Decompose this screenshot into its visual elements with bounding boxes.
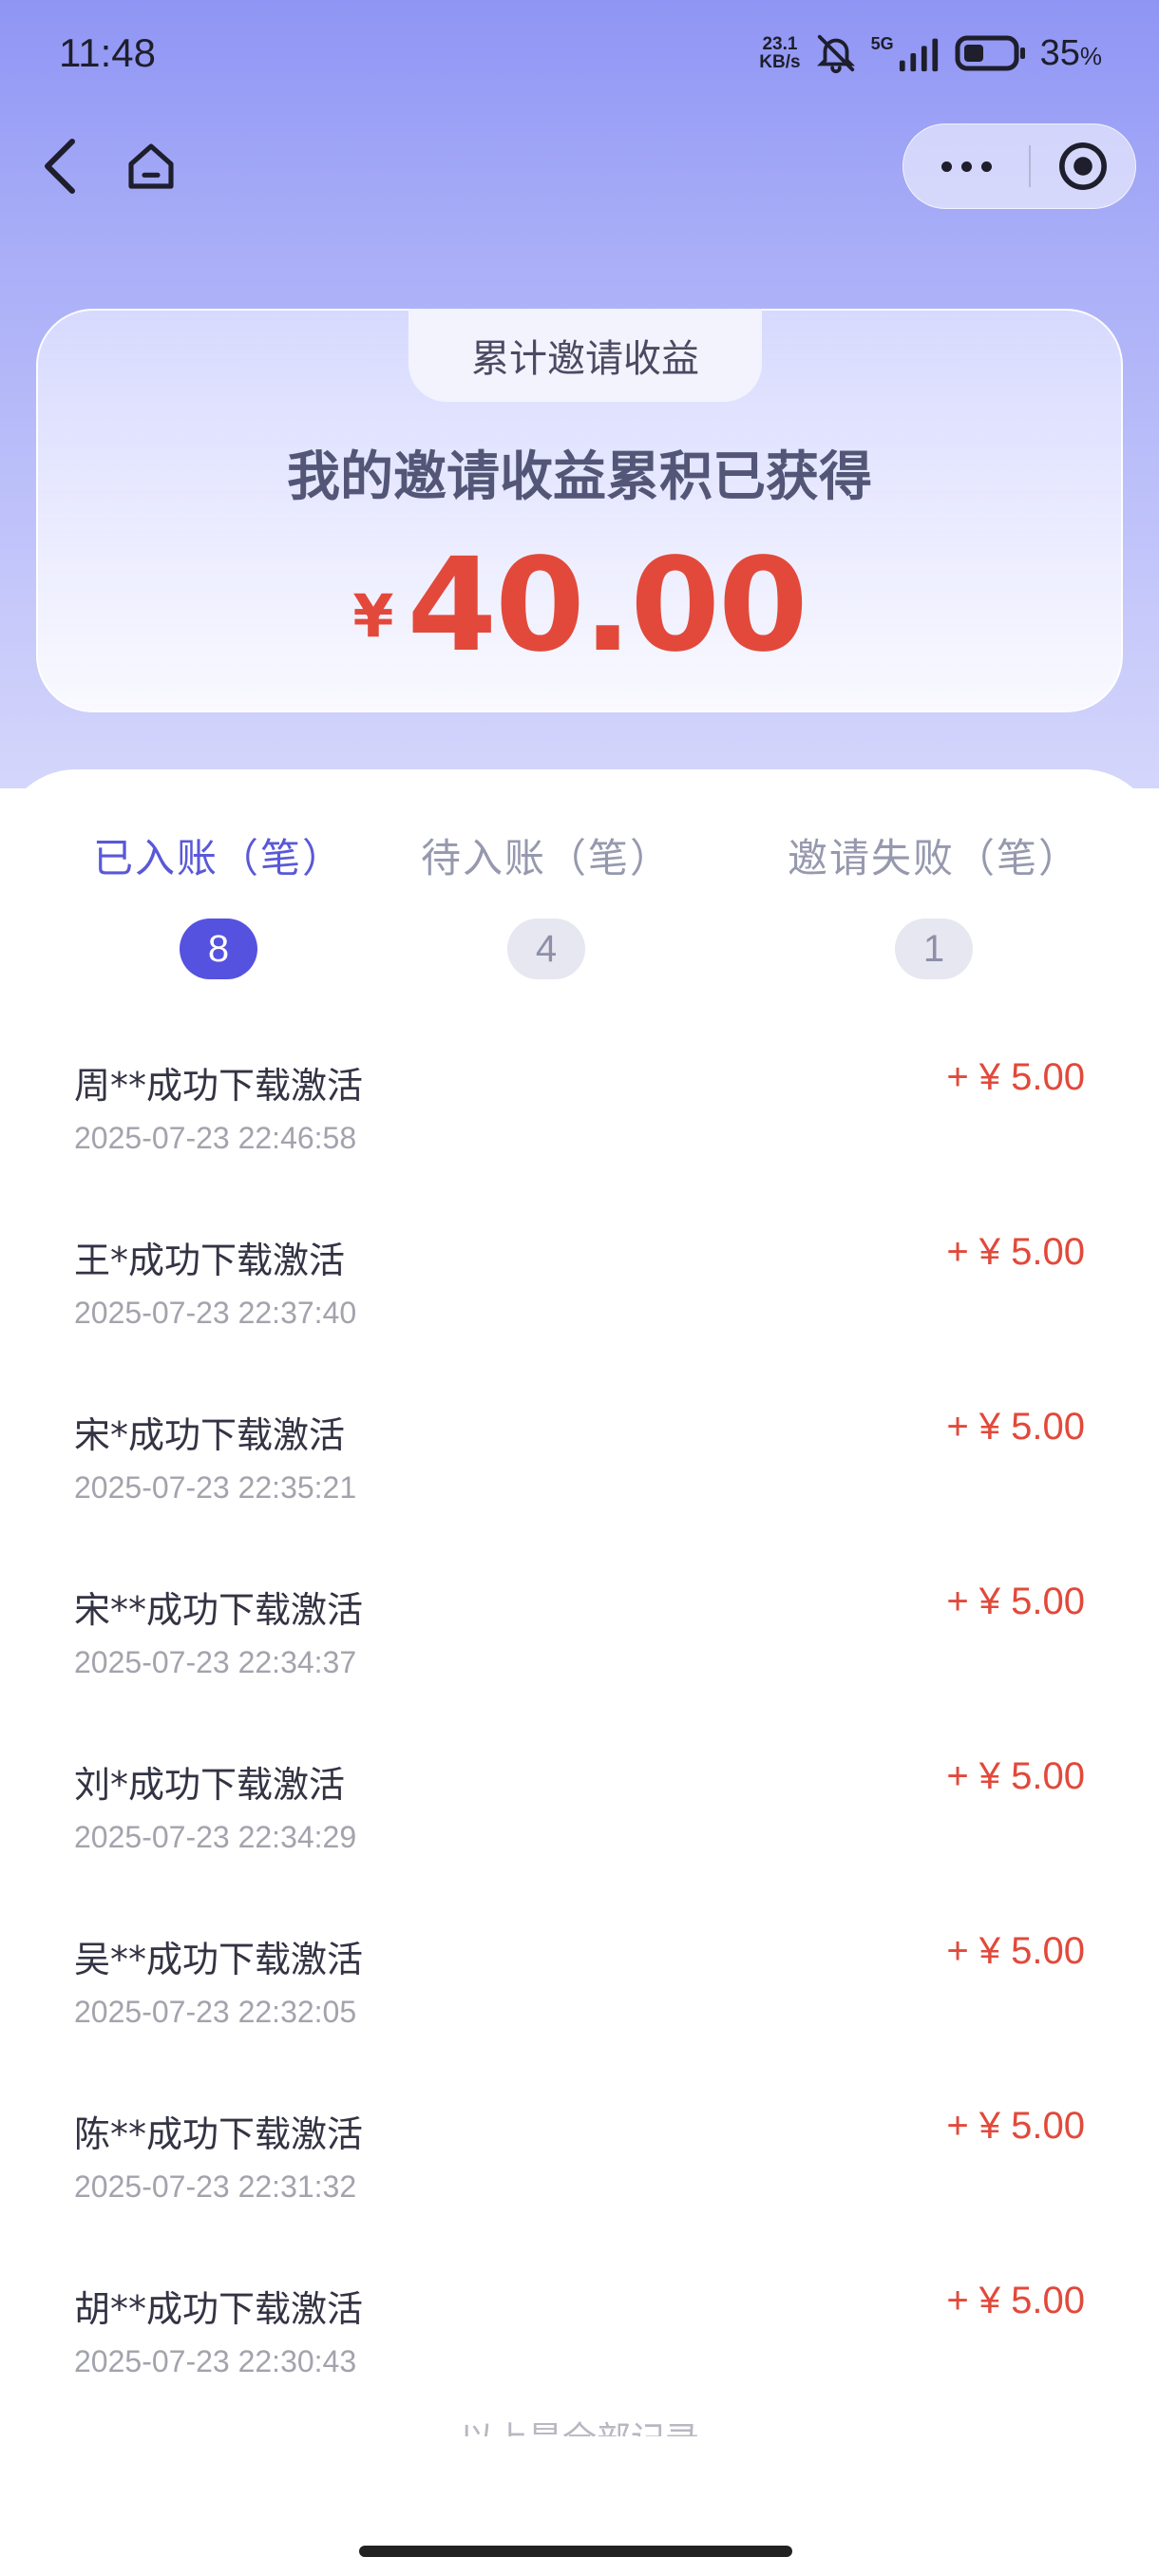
record-amount: + ¥ 5.00 xyxy=(946,1056,1085,1098)
list-item[interactable]: 宋**成功下载激活 2025-07-23 22:34:37 + ¥ 5.00 xyxy=(0,1550,1159,1725)
amount-value: 40.00 xyxy=(407,531,808,681)
record-amount: + ¥ 5.00 xyxy=(946,1755,1085,1797)
status-tabs: 已入账（笔） 8 待入账（笔） 4 邀请失败（笔） 1 xyxy=(0,826,1159,988)
status-bar: 11:48 23.1 KB/s 5G 35% xyxy=(0,0,1159,104)
tab-label: 邀请失败（笔） xyxy=(787,835,1080,881)
list-item[interactable]: 周**成功下载激活 2025-07-23 22:46:58 + ¥ 5.00 xyxy=(0,1026,1159,1201)
record-title: 周**成功下载激活 xyxy=(74,1065,364,1107)
record-amount: + ¥ 5.00 xyxy=(946,2280,1085,2321)
record-title: 王*成功下载激活 xyxy=(74,1240,346,1281)
earnings-subtitle: 我的邀请收益累积已获得 xyxy=(287,446,872,508)
net-speed: 23.1 KB/s xyxy=(759,34,801,72)
tab-pending[interactable]: 待入账（笔） 4 xyxy=(375,826,717,979)
record-time: 2025-07-23 22:37:40 xyxy=(74,1296,357,1330)
record-time: 2025-07-23 22:34:29 xyxy=(74,1820,357,1854)
earnings-tag: 累计邀请收益 xyxy=(408,309,762,402)
record-time: 2025-07-23 22:32:05 xyxy=(74,1995,357,2029)
tab-count-badge: 8 xyxy=(180,919,257,979)
tab-count-badge: 4 xyxy=(507,919,585,979)
currency-symbol: ¥ xyxy=(352,581,394,651)
record-amount: + ¥ 5.00 xyxy=(946,2105,1085,2147)
more-dots-icon[interactable] xyxy=(903,123,1029,209)
target-circle-icon[interactable] xyxy=(1031,123,1135,209)
list-item[interactable]: 吴**成功下载激活 2025-07-23 22:32:05 + ¥ 5.00 xyxy=(0,1900,1159,2074)
record-title: 刘*成功下载激活 xyxy=(74,1764,346,1806)
record-title: 陈**成功下载激活 xyxy=(74,2113,364,2155)
records-list: 周**成功下载激活 2025-07-23 22:46:58 + ¥ 5.00 王… xyxy=(0,1026,1159,2424)
record-amount: + ¥ 5.00 xyxy=(946,1406,1085,1448)
record-time: 2025-07-23 22:34:37 xyxy=(74,1645,357,1679)
tab-label: 待入账（笔） xyxy=(420,835,672,881)
signal-icon: 5G xyxy=(871,34,941,72)
record-time: 2025-07-23 22:46:58 xyxy=(74,1121,357,1155)
tab-label: 已入账（笔） xyxy=(92,835,344,881)
list-item[interactable]: 王*成功下载激活 2025-07-23 22:37:40 + ¥ 5.00 xyxy=(0,1201,1159,1375)
earnings-amount: ¥40.00 xyxy=(38,531,1121,681)
battery-percent: 35% xyxy=(1039,32,1102,73)
record-time: 2025-07-23 22:30:43 xyxy=(74,2344,357,2378)
bell-muted-icon xyxy=(814,31,858,75)
record-amount: + ¥ 5.00 xyxy=(946,1581,1085,1622)
list-item[interactable]: 宋*成功下载激活 2025-07-23 22:35:21 + ¥ 5.00 xyxy=(0,1375,1159,1550)
home-icon[interactable] xyxy=(120,135,182,198)
record-title: 宋*成功下载激活 xyxy=(74,1414,346,1456)
earnings-card: 累计邀请收益 我的邀请收益累积已获得 ¥40.00 xyxy=(36,309,1123,712)
list-item[interactable]: 刘*成功下载激活 2025-07-23 22:34:29 + ¥ 5.00 xyxy=(0,1725,1159,1900)
battery-icon xyxy=(955,34,1027,72)
network-type: 5G xyxy=(870,34,894,53)
list-item[interactable]: 陈**成功下载激活 2025-07-23 22:31:32 + ¥ 5.00 xyxy=(0,2074,1159,2249)
status-time: 11:48 xyxy=(59,30,156,75)
mini-program-capsule xyxy=(902,123,1136,209)
record-title: 宋**成功下载激活 xyxy=(74,1589,364,1631)
record-time: 2025-07-23 22:31:32 xyxy=(74,2169,357,2204)
chevron-left-icon[interactable] xyxy=(32,133,89,199)
end-of-list-note: 以上是全部记录 xyxy=(0,2408,1159,2436)
record-title: 吴**成功下载激活 xyxy=(74,1939,364,1980)
tab-count-badge: 1 xyxy=(895,919,973,979)
record-title: 胡**成功下载激活 xyxy=(74,2288,364,2330)
record-amount: + ¥ 5.00 xyxy=(946,1930,1085,1972)
status-icons: 23.1 KB/s 5G 35% xyxy=(759,30,1102,76)
record-amount: + ¥ 5.00 xyxy=(946,1231,1085,1273)
tab-failed[interactable]: 邀请失败（笔） 1 xyxy=(763,826,1105,979)
records-panel: 已入账（笔） 8 待入账（笔） 4 邀请失败（笔） 1 周**成功下载激活 20… xyxy=(0,769,1159,2576)
list-item[interactable]: 胡**成功下载激活 2025-07-23 22:30:43 + ¥ 5.00 xyxy=(0,2249,1159,2424)
tab-credited[interactable]: 已入账（笔） 8 xyxy=(48,826,390,979)
home-indicator[interactable] xyxy=(359,2546,792,2557)
record-time: 2025-07-23 22:35:21 xyxy=(74,1470,357,1505)
